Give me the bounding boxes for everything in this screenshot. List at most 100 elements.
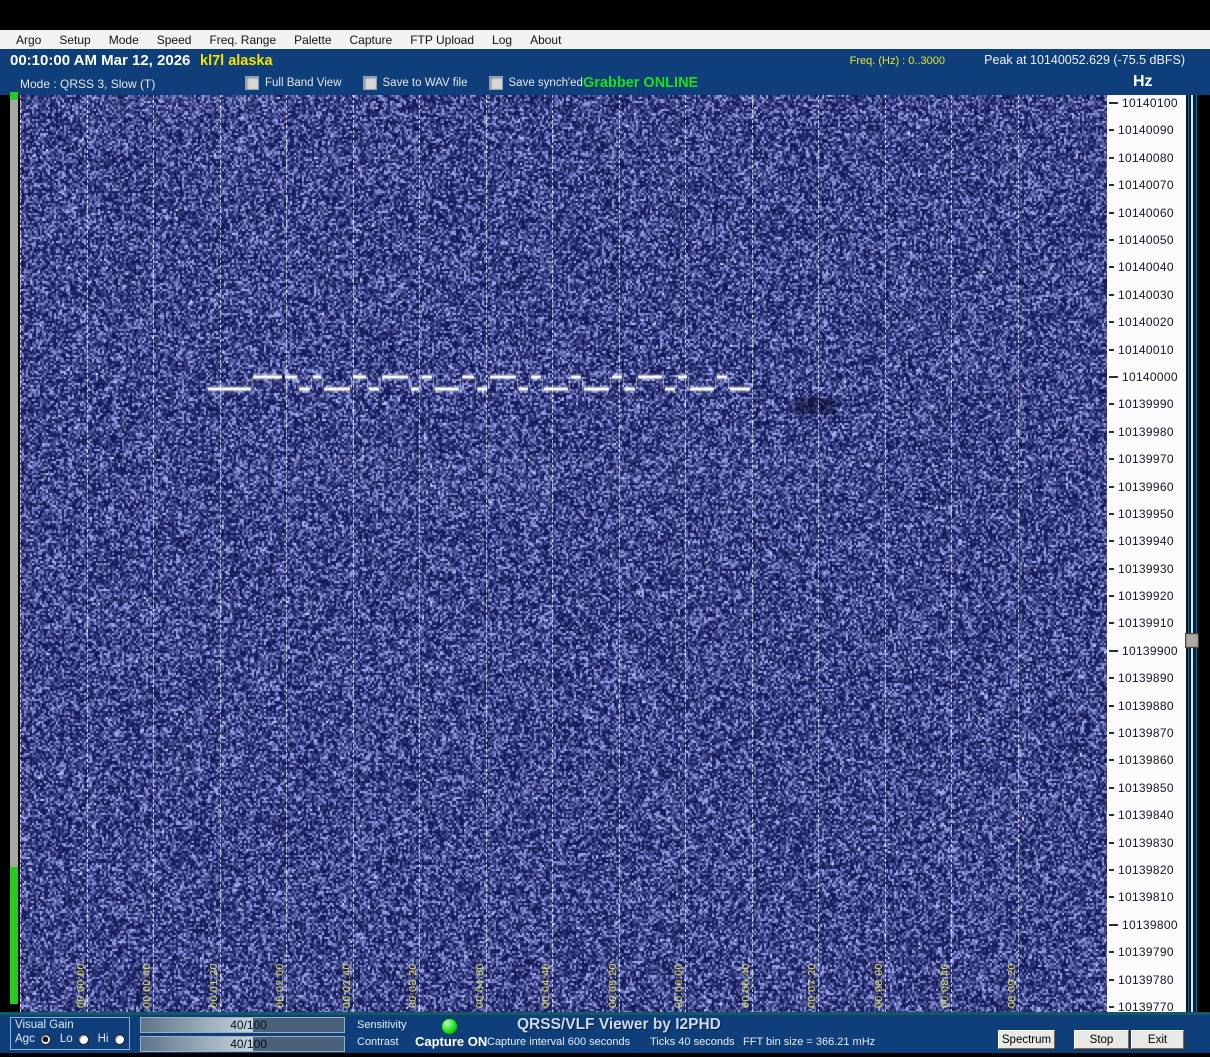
gain-option: Hi	[98, 1033, 125, 1045]
freq-label: 10139930	[1118, 562, 1174, 576]
freq-tick-mark	[1109, 266, 1114, 268]
grabber-online-status: Grabber ONLINE	[583, 75, 699, 91]
visual-gain-title: Visual Gain	[15, 1019, 74, 1031]
time-tick-line	[685, 95, 686, 1012]
gain-radio-button[interactable]	[77, 1033, 89, 1045]
gain-option-label: Agc	[15, 1033, 35, 1045]
menu-item[interactable]: Capture	[341, 33, 402, 47]
checkbox[interactable]	[362, 76, 377, 90]
frequency-scrollbar-thumb[interactable]	[1185, 633, 1199, 648]
freq-scale-row: 10139820	[1109, 863, 1174, 877]
menu-item[interactable]: About	[521, 33, 570, 47]
capture-progress-rail	[10, 92, 18, 1006]
freq-tick-mark	[1109, 622, 1114, 624]
freq-tick-mark	[1109, 376, 1118, 378]
freq-label: 10139940	[1118, 534, 1174, 548]
stop-button[interactable]: Stop	[1074, 1030, 1129, 1049]
time-tick-label: 00:01:20	[207, 963, 220, 1008]
time-tick-line	[86, 95, 88, 1012]
gain-option-label: Lo	[59, 1033, 73, 1045]
time-tick-label: 00:04:00	[473, 963, 486, 1008]
time-tick-line	[884, 95, 886, 1012]
checkbox-item: Full Band View	[245, 76, 342, 90]
freq-scale-row: 10139940	[1109, 534, 1174, 548]
checkbox-label: Full Band View	[265, 77, 342, 89]
capture-led-icon	[441, 1018, 458, 1035]
freq-scale-row: 10140060	[1109, 206, 1174, 220]
gain-radio-button[interactable]	[113, 1033, 125, 1045]
checkbox-item: Save synch'ed	[488, 76, 583, 90]
menu-item[interactable]: FTP Upload	[401, 33, 483, 47]
time-tick-line	[818, 95, 819, 1012]
time-tick-label: 00:08:40	[939, 963, 951, 1008]
checkbox[interactable]	[245, 76, 259, 90]
freq-scale-row: 10139860	[1109, 753, 1174, 767]
menu-bar: Argo Setup Mode Speed Freq. Range Palette Capt…	[0, 30, 1210, 49]
freq-tick-mark	[1109, 814, 1114, 816]
frequency-scrollbar[interactable]	[1186, 95, 1199, 1012]
sensitivity-slider[interactable]: 40/100	[140, 1017, 345, 1033]
menu-item[interactable]: Mode	[100, 33, 148, 47]
contrast-slider[interactable]: 40/100	[140, 1036, 345, 1052]
status-band: 00:10:00 AM Mar 12, 2026 kl7l alaska Fre…	[0, 49, 1210, 72]
freq-label: 10140020	[1118, 315, 1174, 329]
freq-scale-row: 10140100	[1109, 96, 1178, 110]
time-tick-label: 00:08:00	[872, 963, 885, 1008]
freq-tick-mark	[1109, 294, 1114, 296]
freq-scale-row: 10139910	[1109, 616, 1174, 630]
gain-option: Agc	[15, 1033, 51, 1045]
time-tick-label: 00:09:20	[1005, 963, 1018, 1008]
gain-sliders: 40/100 40/100	[140, 1017, 345, 1055]
capture-interval-info: Capture interval 600 seconds	[487, 1036, 631, 1048]
freq-scale-row: 10139850	[1109, 781, 1174, 795]
menu-item[interactable]: Log	[483, 33, 521, 47]
checkbox[interactable]	[488, 76, 503, 90]
freq-tick-mark	[1109, 458, 1114, 460]
gain-radio-button[interactable]	[39, 1033, 51, 1045]
freq-label: 10140080	[1118, 151, 1174, 165]
capture-status: Capture ON	[415, 1034, 488, 1049]
freq-scale-row: 10140040	[1109, 260, 1174, 274]
time-tick-line	[951, 95, 952, 1012]
freq-label: 10139780	[1118, 973, 1174, 987]
mode-readout: Mode : QRSS 3, Slow (T)	[20, 77, 156, 91]
checkbox-label: Save synch'ed	[508, 77, 583, 89]
freq-scale-row: 10139880	[1109, 699, 1174, 713]
freq-scale-row: 10140030	[1109, 288, 1174, 302]
menu-item[interactable]: Argo	[7, 33, 50, 47]
app-title: QRSS/VLF Viewer by I2PHD	[517, 1016, 721, 1033]
freq-label: 10139960	[1118, 480, 1174, 494]
freq-label: 10139790	[1118, 945, 1174, 959]
spectrum-button[interactable]: Spectrum	[998, 1030, 1055, 1049]
freq-tick-mark	[1109, 349, 1114, 351]
time-tick-label: 00:03:20	[407, 963, 419, 1008]
freq-scale-row: 10139800	[1109, 918, 1178, 932]
checkbox-item: Save to WAV file	[362, 76, 468, 90]
freq-label: 10140060	[1118, 206, 1174, 220]
menu-item[interactable]: Setup	[50, 33, 99, 47]
menu-item[interactable]: Freq. Range	[200, 33, 285, 47]
menu-item[interactable]: Palette	[285, 33, 340, 47]
freq-label: 10140100	[1122, 96, 1178, 110]
freq-range-readout: Freq. (Hz) : 0..3000	[849, 55, 945, 67]
freq-tick-mark	[1109, 705, 1114, 707]
exit-button[interactable]: Exit	[1131, 1030, 1184, 1049]
freq-scale-row: 10139840	[1109, 808, 1174, 822]
menu-item[interactable]: Speed	[148, 33, 201, 47]
freq-label: 10139920	[1118, 589, 1174, 603]
freq-tick-mark	[1109, 486, 1114, 488]
time-tick-line	[20, 95, 21, 1012]
freq-tick-mark	[1109, 184, 1114, 186]
time-tick-line	[219, 95, 221, 1012]
freq-scale-row: 10140080	[1109, 151, 1174, 165]
freq-tick-mark	[1109, 321, 1114, 323]
freq-label: 10140050	[1118, 233, 1174, 247]
freq-label: 10139830	[1118, 836, 1174, 850]
mode-band: Mode : QRSS 3, Slow (T) Full Band View S…	[0, 72, 1210, 95]
time-tick-line	[419, 95, 420, 1012]
freq-label: 10139840	[1118, 808, 1174, 822]
freq-scale-row: 10139790	[1109, 945, 1174, 959]
checkbox-row: Full Band View Save to WAV file Save syn…	[245, 76, 583, 90]
freq-scale-row: 10140070	[1109, 178, 1174, 192]
freq-tick-mark	[1109, 732, 1114, 734]
